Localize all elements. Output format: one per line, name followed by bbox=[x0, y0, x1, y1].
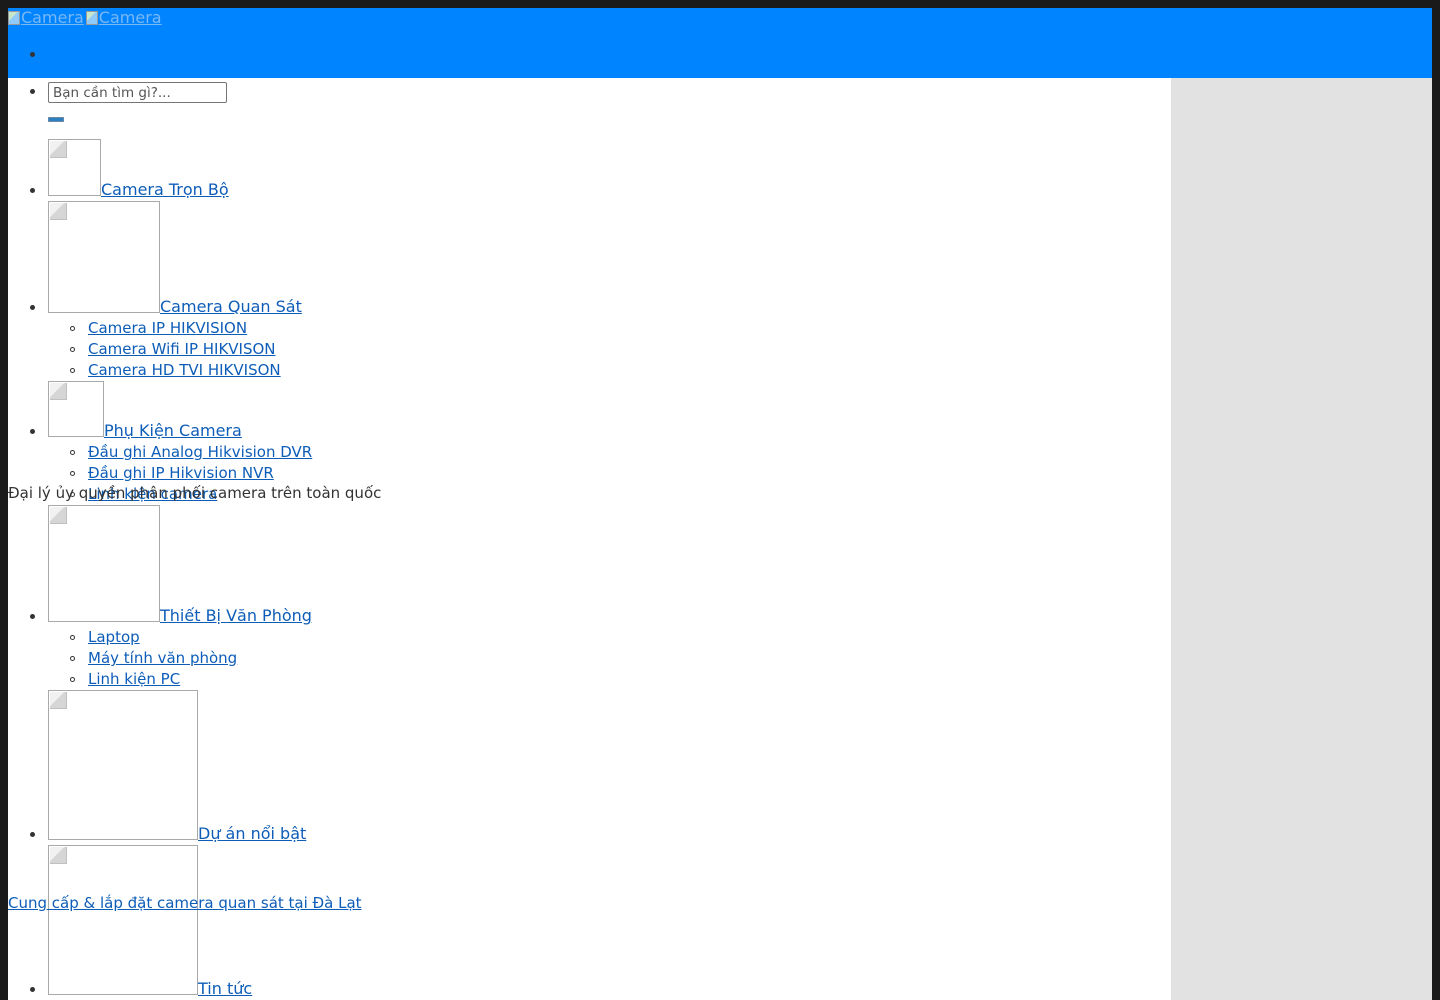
category-image[interactable] bbox=[48, 845, 198, 995]
logo-alt-text: Camera bbox=[98, 8, 162, 27]
menu-bullet bbox=[30, 614, 35, 619]
submenu-bullet bbox=[70, 677, 75, 682]
menu-bullet bbox=[30, 987, 35, 992]
submenu-bullet bbox=[70, 450, 75, 455]
category-image[interactable] bbox=[48, 690, 198, 840]
search-input[interactable] bbox=[48, 82, 227, 103]
header-bar bbox=[8, 8, 1432, 78]
submenu-item[interactable]: Camera HD TVI HIKVISON bbox=[88, 360, 281, 380]
menu-item-phu-kien-camera[interactable]: Phụ Kiện Camera bbox=[104, 421, 242, 441]
menu-item-camera-quan-sat[interactable]: Camera Quan Sát bbox=[160, 297, 302, 317]
right-sidebar-panel bbox=[1171, 78, 1432, 1000]
submenu-bullet bbox=[70, 326, 75, 331]
menu-bullet bbox=[30, 429, 35, 434]
menu-bullet bbox=[30, 305, 35, 310]
logo-link-primary[interactable]: Camera bbox=[8, 8, 84, 28]
logo-link-secondary[interactable]: Camera bbox=[85, 8, 162, 28]
menu-item-camera-tron-bo[interactable]: Camera Trọn Bộ bbox=[101, 180, 229, 200]
submenu-item[interactable]: Đầu ghi IP Hikvision NVR bbox=[88, 463, 274, 483]
submenu-bullet bbox=[70, 347, 75, 352]
page-frame: Camera Camera Camera Trọn Bộ Camera Quan… bbox=[8, 8, 1432, 1000]
site-tagline: Đại lý ủy quyền phân phối camera trên to… bbox=[8, 484, 382, 502]
logo-alt-text: Camera bbox=[21, 8, 84, 27]
submenu-bullet bbox=[70, 471, 75, 476]
category-image[interactable] bbox=[48, 139, 101, 196]
submenu-bullet bbox=[70, 368, 75, 373]
submenu-item[interactable]: Linh kiện PC bbox=[88, 669, 180, 689]
submenu-item[interactable]: Camera IP HIKVISION bbox=[88, 318, 247, 338]
submenu-bullet bbox=[70, 656, 75, 661]
category-image[interactable] bbox=[48, 381, 104, 437]
category-image[interactable] bbox=[48, 505, 160, 622]
submenu-item[interactable]: Đầu ghi Analog Hikvision DVR bbox=[88, 442, 312, 462]
menu-item-du-an-noi-bat[interactable]: Dự án nổi bật bbox=[198, 824, 306, 844]
search-button[interactable] bbox=[48, 117, 64, 122]
menu-item-thiet-bi-van-phong[interactable]: Thiết Bị Văn Phòng bbox=[160, 606, 312, 626]
broken-image-icon bbox=[85, 11, 98, 25]
submenu-item[interactable]: Camera Wifi IP HIKVISON bbox=[88, 339, 276, 359]
submenu-item[interactable]: Máy tính văn phòng bbox=[88, 648, 237, 668]
category-image[interactable] bbox=[48, 201, 160, 313]
menu-item-tin-tuc[interactable]: Tin tức bbox=[198, 979, 252, 999]
menu-bullet bbox=[30, 89, 35, 94]
submenu-bullet bbox=[70, 635, 75, 640]
menu-bullet bbox=[30, 188, 35, 193]
menu-bullet bbox=[30, 832, 35, 837]
logo: Camera Camera bbox=[8, 8, 162, 28]
submenu-item[interactable]: Laptop bbox=[88, 627, 140, 647]
menu-bullet bbox=[30, 52, 35, 57]
site-subtitle-link[interactable]: Cung cấp & lắp đặt camera quan sát tại Đ… bbox=[8, 893, 362, 913]
broken-image-icon bbox=[8, 11, 20, 25]
